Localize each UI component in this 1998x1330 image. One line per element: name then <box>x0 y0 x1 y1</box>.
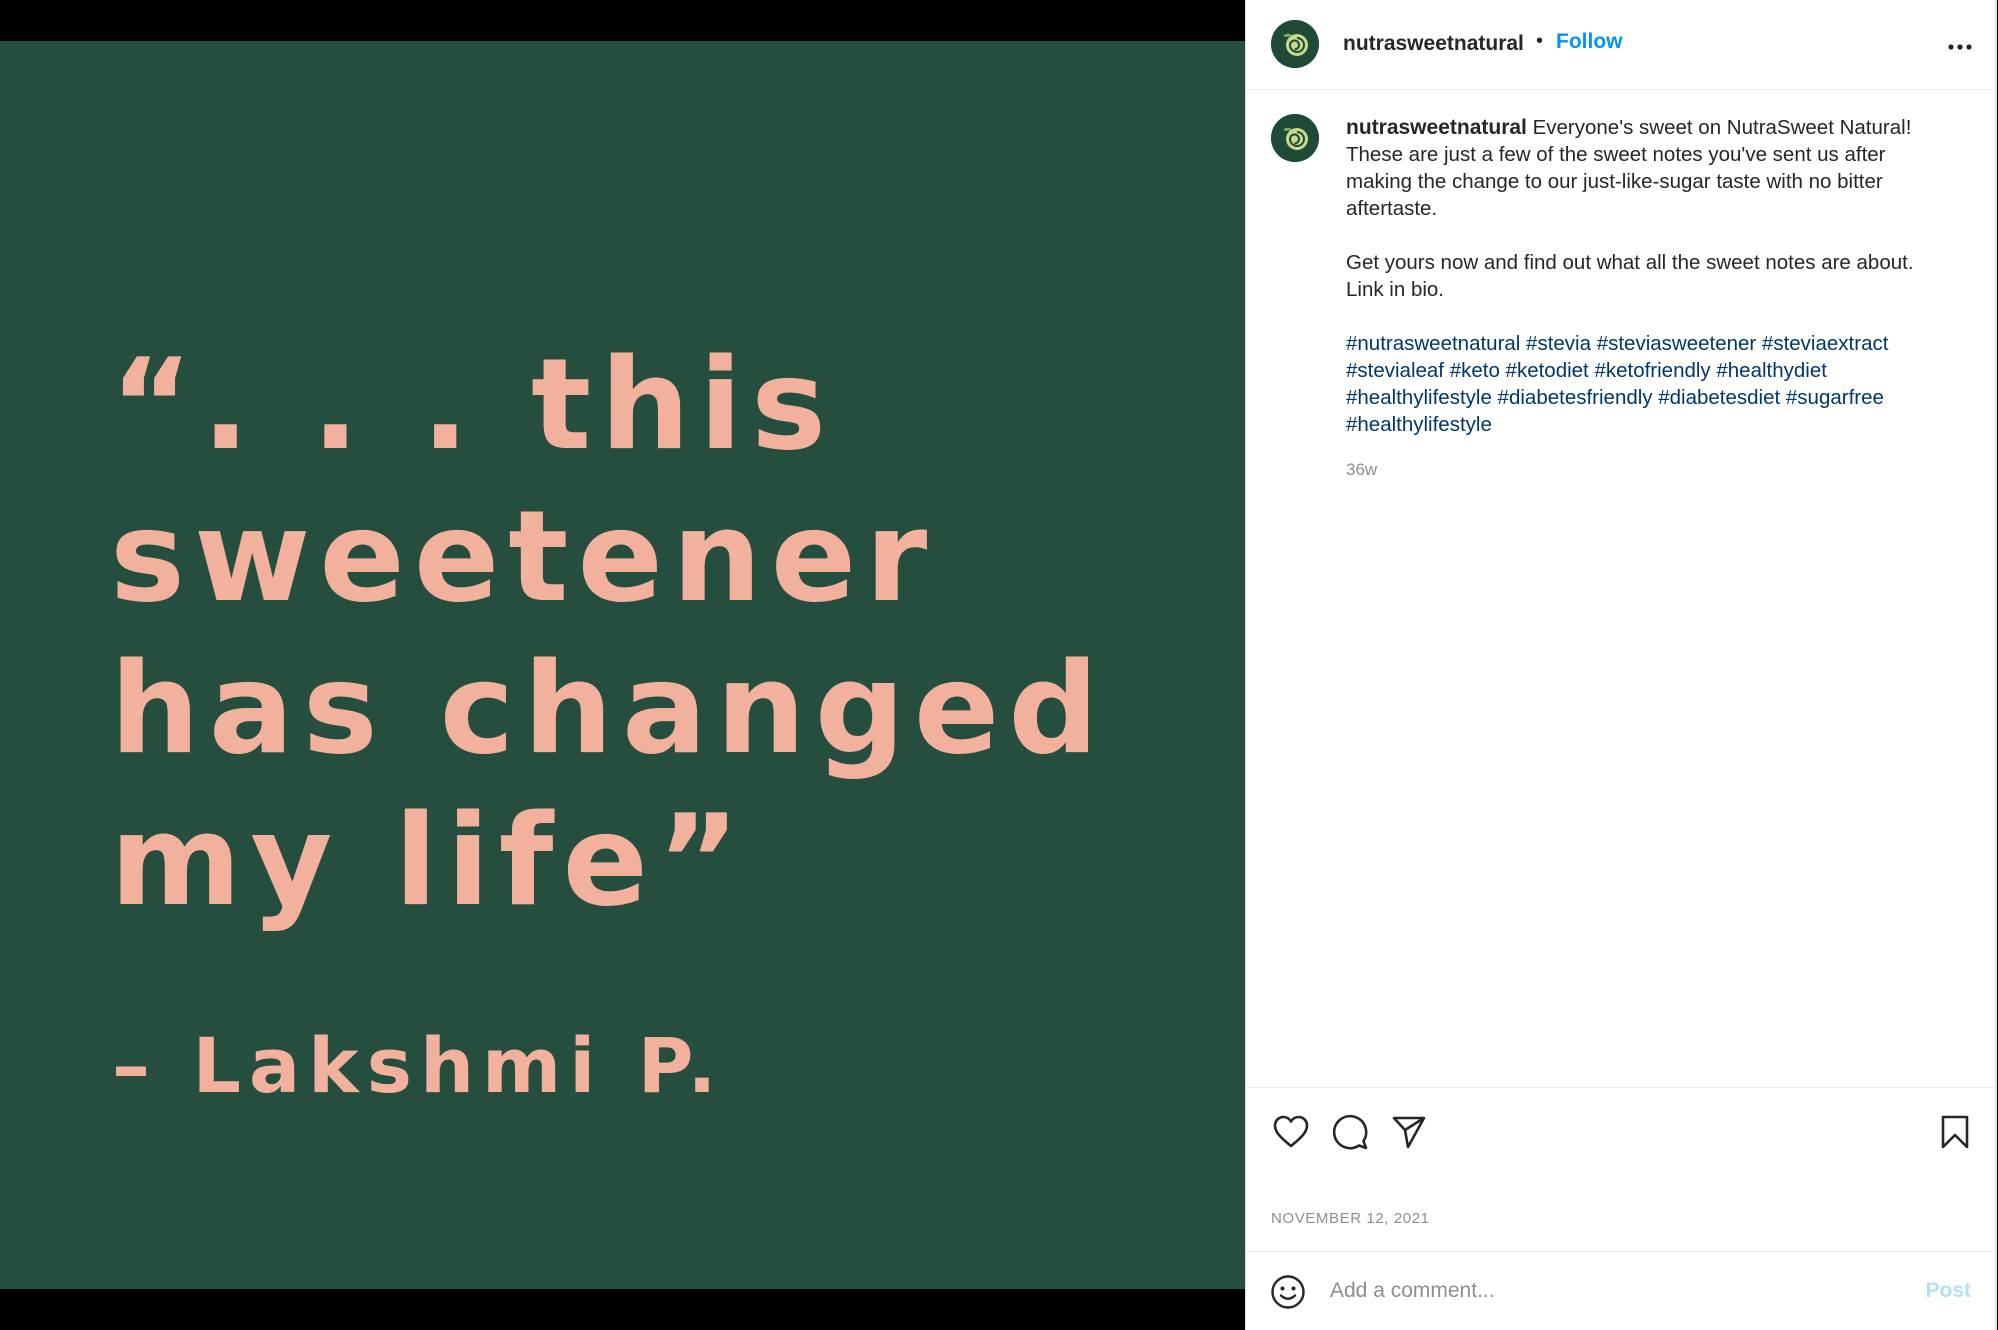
post-header: nutrasweetnatural • Follow <box>1246 0 1997 90</box>
comment-icon <box>1332 1114 1368 1150</box>
post-date[interactable]: NOVEMBER 12, 2021 <box>1271 1210 1430 1227</box>
header-separator: • <box>1536 30 1544 52</box>
heart-icon <box>1273 1115 1309 1148</box>
share-button[interactable] <box>1389 1112 1429 1152</box>
emoji-button[interactable] <box>1270 1274 1306 1315</box>
post-side-panel: nutrasweetnatural • Follow nutrasweetnat… <box>1245 0 1997 1330</box>
caption-text: nutrasweetnatural Everyone's sweet on Nu… <box>1346 114 1956 465</box>
post-age[interactable]: 36w <box>1346 460 1377 480</box>
follow-button[interactable]: Follow <box>1556 30 1623 54</box>
quote-attribution: – Lakshmi P. <box>112 1021 725 1110</box>
caption-paragraph-2: Get yours now and find out what all the … <box>1346 251 1914 301</box>
comment-bar: Post <box>1246 1251 1997 1330</box>
send-icon <box>1392 1116 1426 1149</box>
quote-text: “. . . this sweetener has changed my lif… <box>110 331 1108 934</box>
action-bar <box>1246 1087 1997 1167</box>
caption-hashtags[interactable]: #nutrasweetnatural #stevia #steviasweete… <box>1346 330 1956 438</box>
post-media[interactable]: “. . . this sweetener has changed my lif… <box>0 0 1245 1330</box>
bookmark-icon <box>1941 1115 1969 1149</box>
emoji-icon <box>1271 1275 1305 1309</box>
avatar[interactable] <box>1271 20 1319 68</box>
more-options-button[interactable] <box>1947 34 1973 65</box>
caption-username[interactable]: nutrasweetnatural <box>1346 116 1527 139</box>
header-username[interactable]: nutrasweetnatural <box>1343 32 1524 56</box>
post-comment-button[interactable]: Post <box>1925 1279 1971 1303</box>
more-horizontal-icon <box>1948 44 1972 50</box>
like-button[interactable] <box>1271 1112 1311 1152</box>
post-image: “. . . this sweetener has changed my lif… <box>0 41 1245 1289</box>
caption-avatar[interactable] <box>1271 114 1319 162</box>
comment-button[interactable] <box>1330 1112 1370 1152</box>
comment-input[interactable] <box>1330 1272 1890 1310</box>
save-button[interactable] <box>1935 1112 1975 1152</box>
